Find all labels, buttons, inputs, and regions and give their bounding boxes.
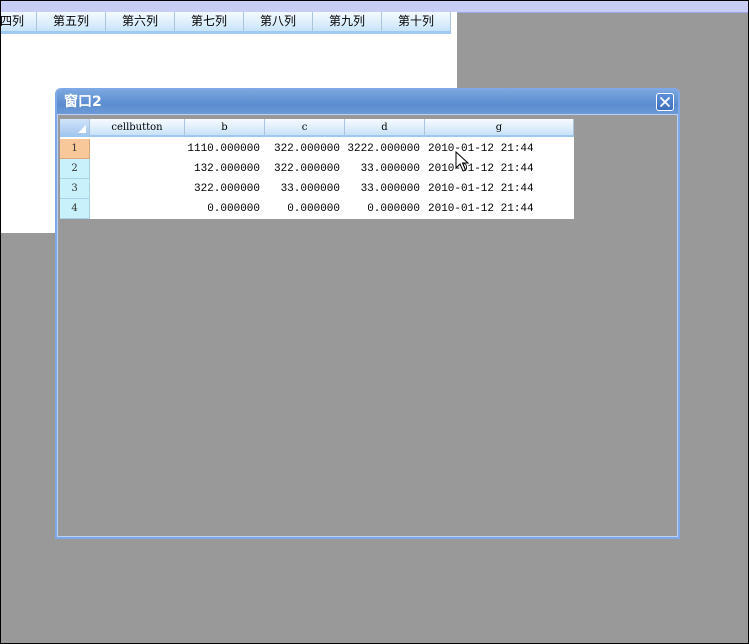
column-header-b[interactable]: b [185, 119, 265, 137]
cell-c[interactable]: 0.000000 [265, 199, 345, 219]
select-all-triangle-icon [78, 125, 86, 133]
dialog-window: 窗口2 cellbutton b c d g 1 1110.000000 322… [55, 88, 680, 539]
column-header-c[interactable]: c [265, 119, 345, 137]
cell-d[interactable]: 3222.000000 [345, 139, 425, 159]
column-header-d[interactable]: d [345, 119, 425, 137]
dialog-titlebar[interactable]: 窗口2 [57, 90, 678, 114]
cell-b[interactable]: 1110.000000 [185, 139, 265, 159]
bg-column-header[interactable]: 第九列 [313, 12, 382, 31]
cell-cellbutton[interactable] [90, 179, 185, 199]
dialog-title: 窗口2 [64, 94, 102, 110]
cell-d[interactable]: 0.000000 [345, 199, 425, 219]
cell-cellbutton[interactable] [90, 199, 185, 219]
data-grid: cellbutton b c d g 1 1110.000000 322.000… [60, 119, 574, 219]
bg-column-header[interactable]: 第八列 [244, 12, 313, 31]
bg-column-header[interactable]: 第五列 [37, 12, 106, 31]
bg-column-header[interactable]: 四列 [0, 12, 37, 31]
cell-c[interactable]: 33.000000 [265, 179, 345, 199]
close-button[interactable] [656, 93, 674, 111]
cell-d[interactable]: 33.000000 [345, 159, 425, 179]
cell-g[interactable]: 2010-01-12 21:44 [425, 179, 574, 199]
row-header[interactable]: 3 [60, 179, 90, 199]
cell-g[interactable]: 2010-01-12 21:44 [425, 199, 574, 219]
row-header[interactable]: 2 [60, 159, 90, 179]
close-x-icon [659, 96, 671, 108]
cell-c[interactable]: 322.000000 [265, 159, 345, 179]
cell-b[interactable]: 0.000000 [185, 199, 265, 219]
background-grid-header: 四列 第五列 第六列 第七列 第八列 第九列 第十列 [0, 12, 451, 34]
cell-g[interactable]: 2010-01-12 21:44 [425, 159, 574, 179]
column-header-cellbutton[interactable]: cellbutton [90, 119, 185, 137]
bg-column-header[interactable]: 第七列 [175, 12, 244, 31]
cell-cellbutton[interactable] [90, 159, 185, 179]
row-header[interactable]: 1 [60, 139, 90, 159]
cell-b[interactable]: 132.000000 [185, 159, 265, 179]
cell-b[interactable]: 322.000000 [185, 179, 265, 199]
cell-g[interactable]: 2010-01-12 21:44 [425, 139, 574, 159]
row-header[interactable]: 4 [60, 199, 90, 219]
column-header-g[interactable]: g [425, 119, 574, 137]
cell-cellbutton[interactable] [90, 139, 185, 159]
bg-column-header[interactable]: 第十列 [382, 12, 451, 31]
select-all-corner[interactable] [60, 119, 90, 137]
cell-d[interactable]: 33.000000 [345, 179, 425, 199]
mouse-pointer-icon [455, 151, 469, 172]
bg-column-header[interactable]: 第六列 [106, 12, 175, 31]
cell-c[interactable]: 322.000000 [265, 139, 345, 159]
